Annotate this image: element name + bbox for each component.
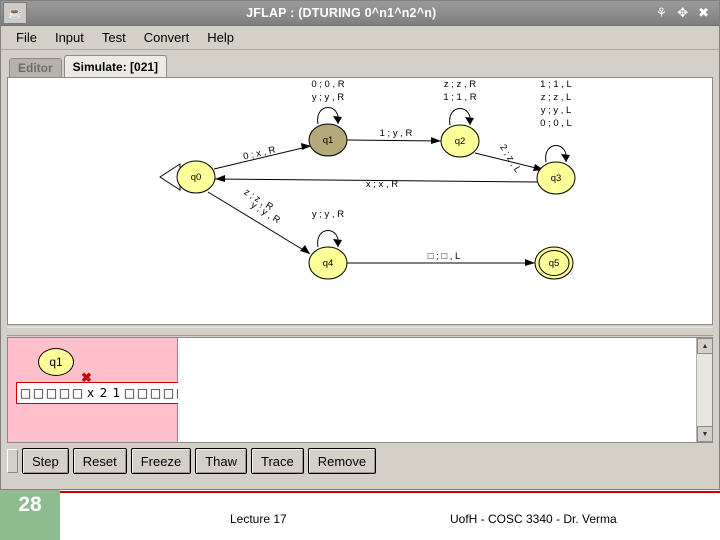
jflap-coffee-icon: ☕: [3, 2, 27, 24]
transition-label-q1-q1-1: y ; y , R: [312, 92, 344, 103]
transition-label-q3-q3-1: z ; z , L: [541, 92, 572, 103]
tape-cell: □: [19, 386, 32, 400]
simulate-scrollbar[interactable]: ▲ ▼: [696, 338, 713, 442]
automaton-graph: q0 q1 q2 q3 q4 q5 0 ; 0 , R y ; y , R 0 …: [159, 79, 576, 280]
tape-cell: □: [71, 386, 84, 400]
transition-label-q2-q2-1: 1 ; 1 , R: [443, 92, 476, 103]
selfloop-q1: [317, 107, 339, 125]
tape-cell: □: [136, 386, 149, 400]
transition-label-q0-q1: 0 ; x , R: [242, 144, 277, 162]
state-q0-label: q0: [191, 172, 202, 183]
edge-q3-q0-arrowhead: [215, 175, 225, 182]
panel-splitter[interactable]: [7, 327, 713, 336]
tape-cell: 2: [99, 386, 108, 400]
configuration-list-area[interactable]: ▲ ▼: [178, 338, 713, 442]
footer-right-text: UofH - COSC 3340 - Dr. Verma: [450, 512, 617, 526]
transition-label-q4-q5: □ ; □ , L: [428, 251, 461, 262]
remove-button[interactable]: Remove: [307, 448, 377, 474]
tape-cell: □: [58, 386, 71, 400]
scroll-up-icon[interactable]: ▲: [697, 338, 713, 354]
simulate-button-bar: Step Reset Freeze Thaw Trace Remove: [7, 446, 713, 476]
transition-label-q2-q3: 2 ; z , L: [497, 143, 523, 175]
menu-item-test[interactable]: Test: [93, 28, 135, 47]
step-button[interactable]: Step: [22, 448, 69, 474]
scroll-down-icon[interactable]: ▼: [697, 426, 713, 442]
footer-center-text: Lecture 17: [230, 512, 287, 526]
state-q1-label: q1: [323, 135, 334, 146]
transition-label-q1-q1-0: 0 ; 0 , R: [311, 79, 344, 90]
tab-editor[interactable]: Editor: [9, 58, 62, 77]
slide-footer: 28 Lecture 17 UofH - COSC 3340 - Dr. Ver…: [0, 490, 720, 540]
window-title: JFLAP : (DTURING 0^n1^n2^n): [246, 6, 437, 20]
edge-q4-q5-arrowhead: [525, 259, 535, 266]
window-controls: ⚘ ✥ ✖: [656, 5, 709, 21]
toolbar-grip[interactable]: [7, 449, 18, 473]
tape-cell: x: [86, 386, 95, 400]
state-q3-label: q3: [551, 173, 562, 184]
tape-cell: □: [162, 386, 175, 400]
slide-number: 28: [0, 490, 60, 540]
selfloop-q3: [545, 145, 567, 163]
trace-button[interactable]: Trace: [250, 448, 304, 474]
minimize-icon[interactable]: ⚘: [656, 5, 668, 21]
selfloop-q4: [317, 230, 339, 248]
reset-button[interactable]: Reset: [72, 448, 127, 474]
configuration-card[interactable]: q1 ✖ □ □ □ □ □ x 2 1 □ □ □ □ □: [8, 338, 191, 442]
selfloop-q3-arrowhead: [561, 154, 570, 162]
freeze-button[interactable]: Freeze: [130, 448, 192, 474]
transition-label-q1-q2: 1 ; y , R: [380, 128, 413, 139]
transition-label-q3-q3-3: 0 ; 0 , L: [540, 118, 572, 129]
state-q4-label: q4: [323, 258, 334, 269]
selfloop-q4-arrowhead: [333, 239, 342, 247]
simulate-panel: q1 ✖ □ □ □ □ □ x 2 1 □ □ □ □ □ ▲ ▼: [7, 337, 713, 443]
menu-item-help[interactable]: Help: [198, 28, 243, 47]
title-bar: ☕ JFLAP : (DTURING 0^n1^n2^n) ⚘ ✥ ✖: [1, 1, 719, 26]
menu-bar: File Input Test Convert Help: [1, 26, 719, 50]
transition-label-q3-q3-2: y ; y , L: [541, 105, 572, 116]
tape-cell: □: [32, 386, 45, 400]
state-q5-label: q5: [549, 258, 560, 269]
tape-cell: 1: [112, 386, 121, 400]
selfloop-q2-arrowhead: [465, 117, 474, 125]
edge-q1-q2-arrowhead: [431, 137, 441, 144]
edge-q0-q4-arrowhead: [300, 245, 310, 254]
edge-q1-q2: [346, 139, 442, 142]
state-q2-label: q2: [455, 136, 466, 147]
tab-strip: Editor Simulate: [021]: [1, 50, 719, 77]
transition-label-q2-q2-0: z ; z , R: [444, 79, 476, 90]
transition-label-q3-q0: x ; x , R: [366, 179, 398, 190]
jflap-window: ☕ JFLAP : (DTURING 0^n1^n2^n) ⚘ ✥ ✖ File…: [0, 0, 720, 490]
footer-rule: [60, 491, 720, 493]
selfloop-q1-arrowhead: [333, 116, 342, 124]
automaton-canvas[interactable]: q0 q1 q2 q3 q4 q5 0 ; 0 , R y ; y , R 0 …: [7, 77, 713, 325]
tape-cell: □: [123, 386, 136, 400]
tape-cell: □: [149, 386, 162, 400]
tab-simulate[interactable]: Simulate: [021]: [63, 55, 168, 77]
thaw-button[interactable]: Thaw: [195, 448, 247, 474]
selfloop-q2: [449, 108, 471, 126]
transition-label-q3-q3-0: 1 ; 1 , L: [540, 79, 572, 90]
menu-item-convert[interactable]: Convert: [135, 28, 199, 47]
close-icon[interactable]: ✖: [698, 5, 709, 21]
maximize-icon[interactable]: ✥: [677, 5, 688, 21]
menu-item-file[interactable]: File: [7, 28, 46, 47]
tape: □ □ □ □ □ x 2 1 □ □ □ □ □: [16, 382, 191, 404]
tape-cell: □: [45, 386, 58, 400]
transition-label-q4-q4: y ; y , R: [312, 209, 344, 220]
configuration-state: q1: [38, 348, 74, 376]
menu-item-input[interactable]: Input: [46, 28, 93, 47]
